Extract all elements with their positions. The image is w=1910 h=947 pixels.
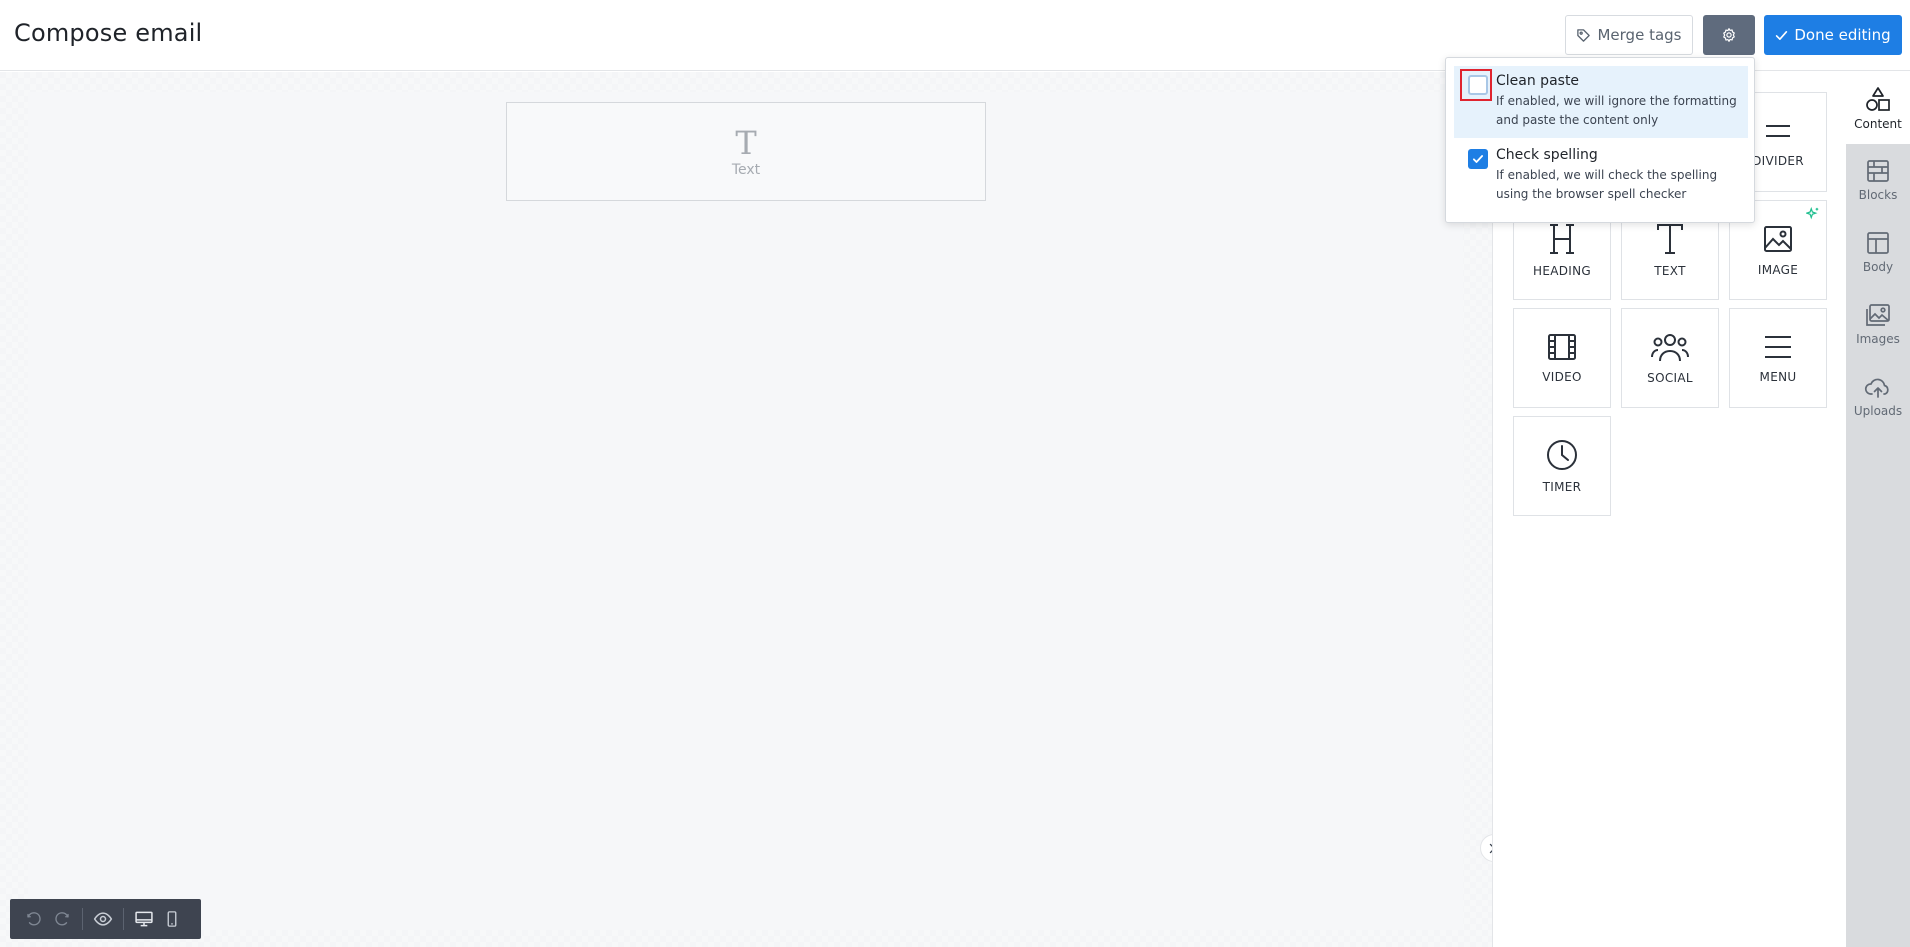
- merge-tags-button[interactable]: Merge tags: [1565, 15, 1693, 55]
- editor-toolbar: [10, 899, 201, 939]
- tile-label: IMAGE: [1757, 263, 1799, 277]
- eye-icon: [93, 912, 113, 926]
- shapes-icon: [1866, 86, 1890, 111]
- tile-label: TEXT: [1654, 264, 1686, 278]
- content-tile-social[interactable]: SOCIAL: [1621, 308, 1719, 408]
- editor-settings-menu: Clean paste If enabled, we will ignore t…: [1445, 57, 1755, 223]
- email-canvas[interactable]: T Text: [28, 92, 1463, 930]
- check-spelling-checkbox[interactable]: [1468, 149, 1488, 169]
- tab-body[interactable]: Body: [1846, 216, 1910, 288]
- mobile-icon: [167, 911, 177, 927]
- text-icon: [1657, 224, 1683, 254]
- content-tile-timer[interactable]: TIMER: [1513, 416, 1611, 516]
- gear-icon: [1723, 28, 1735, 42]
- redo-button[interactable]: [48, 905, 76, 933]
- option-title: Clean paste: [1496, 73, 1580, 89]
- undo-icon: [27, 912, 41, 926]
- heading-icon: [1550, 224, 1574, 254]
- undo-button[interactable]: [20, 905, 48, 933]
- check-icon: [1776, 30, 1788, 40]
- tab-label: Images: [1856, 331, 1900, 346]
- tab-blocks[interactable]: Blocks: [1846, 144, 1910, 216]
- cloud-upload-icon: [1864, 378, 1889, 398]
- tile-label: MENU: [1759, 370, 1797, 384]
- tab-uploads[interactable]: Uploads: [1846, 360, 1910, 432]
- divider-icon: [1766, 125, 1790, 137]
- video-icon: [1548, 334, 1576, 360]
- tile-label: SOCIAL: [1647, 371, 1693, 385]
- text-block-label: Text: [731, 161, 761, 178]
- tab-label: Content: [1854, 116, 1902, 131]
- redo-icon: [55, 912, 69, 926]
- merge-tags-label: Merge tags: [1597, 26, 1682, 44]
- done-editing-label: Done editing: [1794, 26, 1891, 44]
- preview-button[interactable]: [89, 905, 117, 933]
- tab-content[interactable]: Content: [1846, 72, 1910, 144]
- tile-label: VIDEO: [1542, 370, 1582, 384]
- editor-canvas-area: T Text: [0, 72, 1492, 947]
- mobile-view-button[interactable]: [158, 905, 186, 933]
- text-block-icon: T: [735, 123, 757, 162]
- tile-label: DIVIDER: [1752, 154, 1804, 168]
- option-description: If enabled, we will check the spelling u…: [1496, 168, 1718, 201]
- clean-paste-checkbox[interactable]: [1468, 75, 1488, 95]
- option-title: Check spelling: [1496, 147, 1598, 163]
- page-title: Compose email: [14, 19, 203, 47]
- desktop-view-button[interactable]: [130, 905, 158, 933]
- tab-label: Blocks: [1858, 187, 1898, 202]
- text-block-placeholder[interactable]: T Text: [506, 102, 986, 201]
- done-editing-button[interactable]: Done editing: [1764, 15, 1902, 55]
- tab-images[interactable]: Images: [1846, 288, 1910, 360]
- tag-icon: [1577, 28, 1591, 42]
- toolbar-divider: [82, 908, 83, 930]
- blocks-icon: [1867, 159, 1889, 182]
- option-check-spelling[interactable]: Check spelling If enabled, we will check…: [1454, 140, 1748, 212]
- settings-button[interactable]: [1703, 15, 1755, 55]
- social-icon: [1651, 334, 1689, 362]
- images-icon: [1866, 303, 1890, 326]
- timer-icon: [1547, 440, 1577, 470]
- tab-label: Body: [1862, 259, 1894, 274]
- check-icon: [1472, 155, 1484, 163]
- image-icon: [1764, 226, 1792, 252]
- layout-icon: [1867, 231, 1889, 254]
- option-clean-paste[interactable]: Clean paste If enabled, we will ignore t…: [1454, 66, 1748, 138]
- tile-label: HEADING: [1533, 264, 1591, 278]
- content-tile-menu[interactable]: MENU: [1729, 308, 1827, 408]
- option-description: If enabled, we will ignore the formattin…: [1496, 94, 1737, 127]
- menu-icon: [1765, 336, 1791, 358]
- desktop-icon: [135, 911, 153, 927]
- sparkle-icon: [1806, 207, 1819, 220]
- tile-label: TIMER: [1542, 480, 1582, 494]
- tab-label: Uploads: [1853, 403, 1903, 418]
- toolbar-divider: [123, 908, 124, 930]
- content-tile-video[interactable]: VIDEO: [1513, 308, 1611, 408]
- side-tab-bar: Content Blocks Body Images Uploads: [1846, 72, 1910, 947]
